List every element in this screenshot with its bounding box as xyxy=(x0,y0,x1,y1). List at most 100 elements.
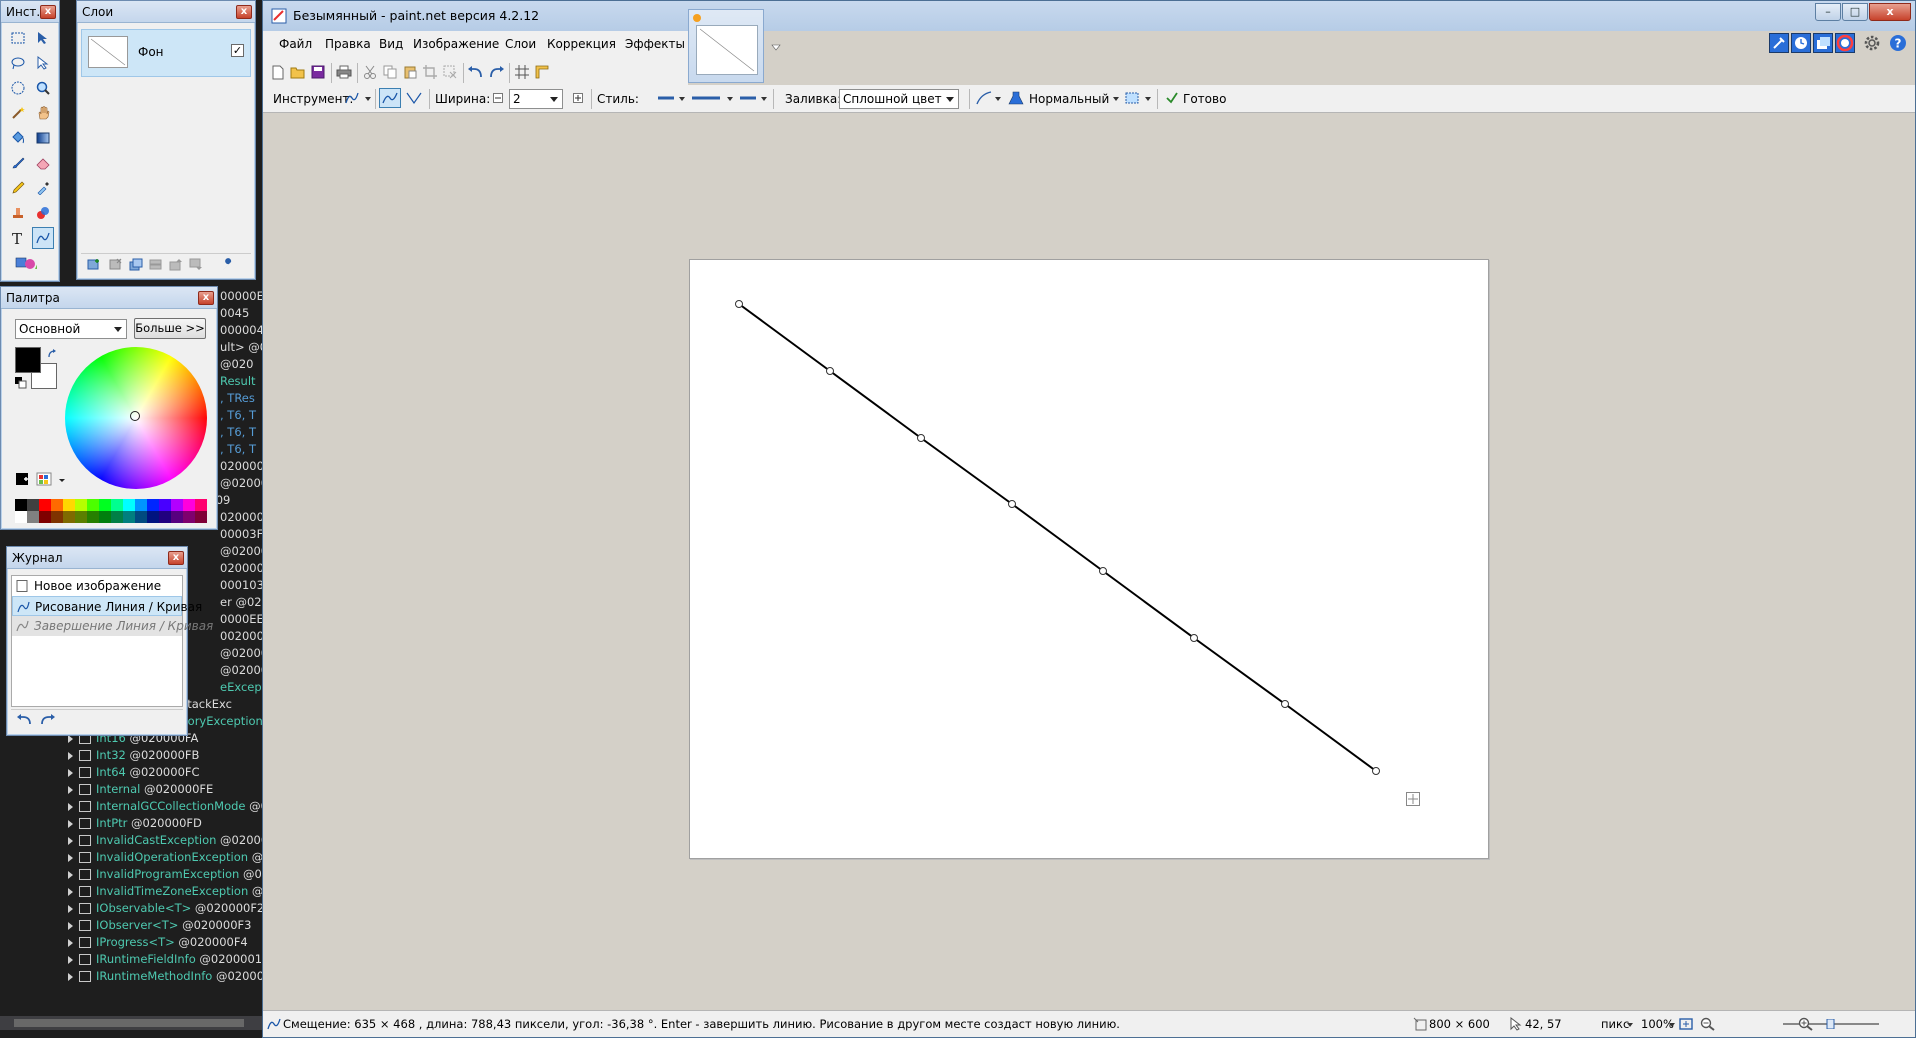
color-swatch[interactable] xyxy=(171,499,183,511)
color-swatch[interactable] xyxy=(183,511,195,523)
tools-toggle-icon[interactable] xyxy=(1769,33,1789,53)
units-select[interactable]: пикс xyxy=(1601,1017,1629,1031)
color-swatch[interactable] xyxy=(159,499,171,511)
rectangle-select-tool[interactable] xyxy=(7,27,29,49)
expand-arrow-icon[interactable] xyxy=(68,955,73,964)
color-swatch[interactable] xyxy=(63,499,75,511)
chevron-down-icon[interactable] xyxy=(679,97,685,101)
ide-tree-row[interactable]: Internal @020000FE xyxy=(68,781,213,798)
tools-close-button[interactable]: x xyxy=(40,5,56,19)
paintbrush-tool[interactable] xyxy=(7,152,29,174)
color-swatch[interactable] xyxy=(99,511,111,523)
menu-file[interactable]: Файл xyxy=(279,37,312,51)
chevron-down-icon[interactable] xyxy=(1113,97,1119,101)
primary-color-swatch[interactable] xyxy=(15,347,41,373)
ide-tree-row[interactable]: IObserver<T> @020000F3 xyxy=(68,917,251,934)
color-picker-tool[interactable] xyxy=(32,177,54,199)
tab-list-dropdown-icon[interactable] xyxy=(771,43,781,51)
color-swatch[interactable] xyxy=(51,511,63,523)
pan-tool[interactable] xyxy=(32,102,54,124)
color-swatch[interactable] xyxy=(63,511,75,523)
zoom-in-icon[interactable] xyxy=(1797,1016,1815,1032)
expand-arrow-icon[interactable] xyxy=(68,785,73,794)
expand-arrow-icon[interactable] xyxy=(68,938,73,947)
expand-arrow-icon[interactable] xyxy=(68,887,73,896)
line-control-point[interactable] xyxy=(917,434,925,442)
crop-icon[interactable] xyxy=(421,64,439,80)
decrease-width-icon[interactable] xyxy=(489,90,507,106)
current-tool-icon[interactable] xyxy=(343,90,361,106)
ide-tree-row[interactable]: Int64 @020000FC xyxy=(68,764,200,781)
merge-layer-icon[interactable] xyxy=(149,258,163,271)
colors-toggle-icon[interactable] xyxy=(1835,33,1855,53)
line-control-point[interactable] xyxy=(1008,500,1016,508)
history-close-button[interactable]: x xyxy=(168,551,184,565)
chevron-down-icon[interactable] xyxy=(365,97,371,101)
ide-tree-row[interactable]: InternalGCCollectionMode @0 xyxy=(68,798,262,815)
ide-tree-row[interactable]: InvalidTimeZoneException @0 xyxy=(68,883,262,900)
color-swatch[interactable] xyxy=(75,499,87,511)
pencil-tool[interactable] xyxy=(7,177,29,199)
expand-arrow-icon[interactable] xyxy=(68,921,73,930)
line-start-cap-icon[interactable] xyxy=(655,90,677,106)
palette-close-button[interactable]: x xyxy=(198,291,214,305)
color-swatch[interactable] xyxy=(147,499,159,511)
line-control-point[interactable] xyxy=(735,300,743,308)
color-swatch[interactable] xyxy=(135,511,147,523)
color-swatch[interactable] xyxy=(183,499,195,511)
expand-arrow-icon[interactable] xyxy=(68,819,73,828)
color-swatches[interactable] xyxy=(15,499,207,523)
selection-clipping-icon[interactable] xyxy=(1123,90,1141,106)
menu-image[interactable]: Изображение xyxy=(413,37,499,51)
color-swatch[interactable] xyxy=(39,499,51,511)
move-layer-down-icon[interactable] xyxy=(189,258,203,271)
ide-tree-row[interactable]: IObservable<T> @020000F2 xyxy=(68,900,262,917)
history-item-draw-line[interactable]: Рисование Линия / Кривая xyxy=(12,596,202,616)
layers-close-button[interactable]: x xyxy=(236,5,252,19)
expand-arrow-icon[interactable] xyxy=(68,904,73,913)
canvas-drawing[interactable] xyxy=(690,260,1490,860)
brush-width-input[interactable]: 2 xyxy=(509,89,563,109)
document-tab[interactable] xyxy=(688,9,764,83)
clone-stamp-tool[interactable] xyxy=(7,202,29,224)
redo-icon[interactable] xyxy=(487,64,505,80)
drawn-line[interactable] xyxy=(738,303,1377,772)
deselect-icon[interactable] xyxy=(441,64,459,80)
recolor-tool[interactable] xyxy=(32,202,54,224)
magic-wand-tool[interactable] xyxy=(7,102,29,124)
expand-arrow-icon[interactable] xyxy=(68,853,73,862)
new-file-icon[interactable] xyxy=(269,64,287,80)
maximize-button[interactable]: □ xyxy=(1842,3,1868,21)
layer-item-background[interactable]: Фон ✓ xyxy=(81,29,251,77)
move-selection-tool[interactable] xyxy=(32,27,54,49)
color-swatch[interactable] xyxy=(15,511,27,523)
spline-mode-icon[interactable] xyxy=(379,88,401,108)
copy-icon[interactable] xyxy=(381,64,399,80)
color-swatch[interactable] xyxy=(39,511,51,523)
close-button[interactable]: x xyxy=(1869,3,1911,21)
move-handle-icon[interactable] xyxy=(1406,792,1420,806)
duplicate-layer-icon[interactable] xyxy=(129,258,143,271)
line-control-point[interactable] xyxy=(826,367,834,375)
layers-toggle-icon[interactable] xyxy=(1813,33,1833,53)
text-tool[interactable]: T xyxy=(7,227,29,249)
chevron-down-icon[interactable] xyxy=(1627,1023,1633,1027)
history-item-new-image[interactable]: Новое изображение xyxy=(12,576,182,596)
add-layer-icon[interactable] xyxy=(87,258,101,271)
palette-mode-select[interactable]: Основной xyxy=(15,319,127,339)
dash-style-icon[interactable] xyxy=(689,90,723,106)
image-canvas[interactable] xyxy=(689,259,1489,859)
palette-menu-icon[interactable] xyxy=(15,471,73,487)
settings-gear-icon[interactable] xyxy=(1863,34,1881,52)
color-swatch[interactable] xyxy=(27,511,39,523)
cut-icon[interactable] xyxy=(361,64,379,80)
grid-icon[interactable] xyxy=(513,64,531,80)
ide-tree-row[interactable]: IntPtr @020000FD xyxy=(68,815,202,832)
color-swatch[interactable] xyxy=(123,511,135,523)
finish-button[interactable]: Готово xyxy=(1183,92,1226,106)
ruler-icon[interactable] xyxy=(533,64,551,80)
ide-tree-row[interactable]: IRuntimeFieldInfo @020000136 xyxy=(68,951,262,968)
zoom-tool[interactable] xyxy=(32,77,54,99)
expand-arrow-icon[interactable] xyxy=(68,802,73,811)
color-swatch[interactable] xyxy=(195,511,207,523)
